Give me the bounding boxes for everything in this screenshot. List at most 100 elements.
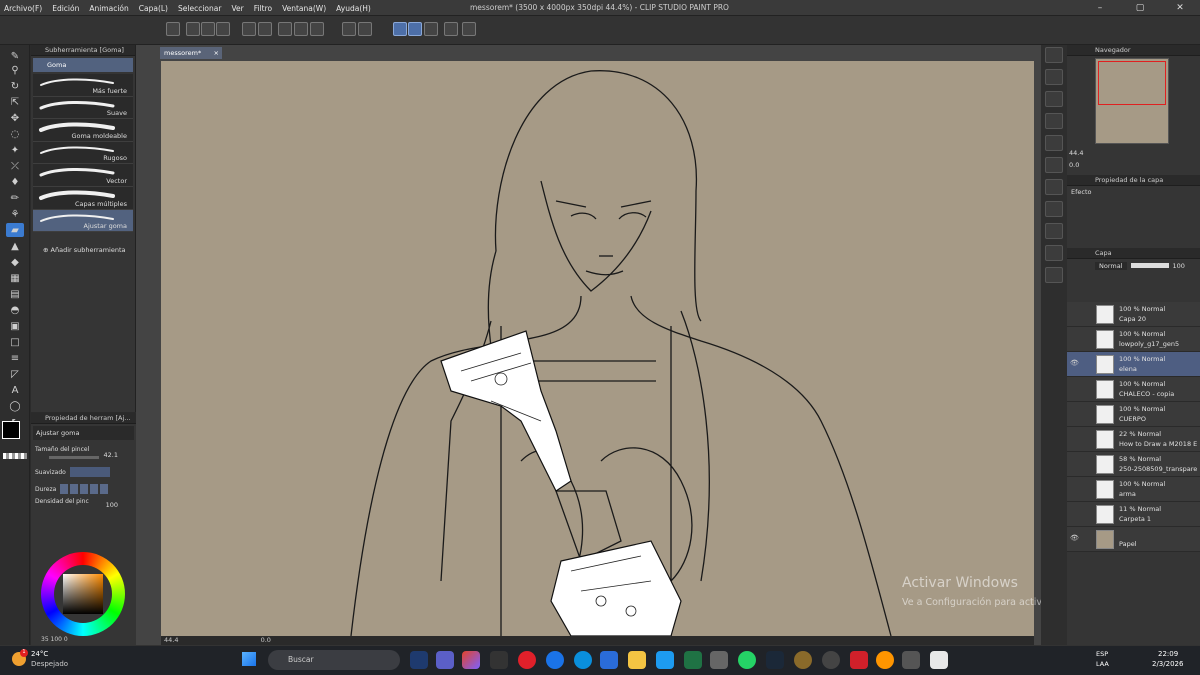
menu-item[interactable]: Ver: [231, 4, 243, 13]
save-icon[interactable]: [201, 22, 215, 36]
task-view-icon[interactable]: [410, 651, 428, 669]
menu-item[interactable]: Seleccionar: [178, 4, 221, 13]
layer-row[interactable]: 11 % Normal Carpeta 1: [1067, 502, 1200, 527]
rotate-icon[interactable]: ↻: [6, 79, 24, 93]
duplicate-icon[interactable]: [1045, 179, 1063, 195]
clock-date[interactable]: 2/3/2026: [1152, 660, 1183, 668]
rotation-readout[interactable]: 0.0: [261, 636, 271, 644]
eyedropper-icon[interactable]: ⤫: [6, 159, 24, 173]
invert-selection-icon[interactable]: [358, 22, 372, 36]
layer-row[interactable]: 👁 100 % Normal elena: [1067, 352, 1200, 377]
lasso-icon[interactable]: ◌: [6, 127, 24, 141]
export-icon[interactable]: [216, 22, 230, 36]
undo-icon[interactable]: [242, 22, 256, 36]
clip-studio-icon[interactable]: [930, 651, 948, 669]
teams-icon[interactable]: [436, 651, 454, 669]
visibility-eye-icon[interactable]: 👁: [1070, 359, 1079, 367]
navigator-zoom[interactable]: 44.4: [1069, 149, 1083, 157]
new-icon[interactable]: [186, 22, 200, 36]
frame-icon[interactable]: [1045, 223, 1063, 239]
text-icon[interactable]: A: [6, 383, 24, 397]
menu-item[interactable]: Edición: [52, 4, 79, 13]
subtool-item[interactable]: Más fuerte: [33, 74, 133, 97]
redo-icon[interactable]: [258, 22, 272, 36]
help-icon[interactable]: [462, 22, 476, 36]
subtool-item[interactable]: Goma moldeable: [33, 119, 133, 142]
brush-size-row[interactable]: Tamaño del pincel 42.1: [35, 446, 132, 462]
close-icon[interactable]: ✕: [1160, 0, 1200, 16]
obs-icon[interactable]: [822, 651, 840, 669]
clear-icon[interactable]: [278, 22, 292, 36]
smoothing-selector[interactable]: [69, 467, 110, 477]
menu-item[interactable]: Capa(L): [139, 4, 168, 13]
layer-row[interactable]: 22 % Normal How to Draw a M2018 Enhanc: [1067, 427, 1200, 452]
weather-temp[interactable]: 24°C: [31, 650, 48, 658]
paste-icon[interactable]: [1045, 157, 1063, 173]
hardness-selector[interactable]: [60, 484, 111, 494]
clock-time[interactable]: 22:09: [1158, 650, 1178, 658]
menu-item[interactable]: Ventana(W): [282, 4, 326, 13]
fill-drop-icon[interactable]: ♦: [6, 175, 24, 189]
menu-item[interactable]: Ayuda(H): [336, 4, 371, 13]
subtool-item[interactable]: Capas múltiples: [33, 186, 133, 210]
pen-icon[interactable]: ✎: [6, 49, 24, 63]
weather-desc[interactable]: Despejado: [31, 660, 68, 668]
chrome-icon[interactable]: [546, 651, 564, 669]
opera-icon[interactable]: [518, 651, 536, 669]
stamp-icon[interactable]: ▲: [6, 239, 24, 253]
edge-icon[interactable]: [574, 651, 592, 669]
input-layout[interactable]: LAA: [1096, 660, 1109, 668]
pencil-icon[interactable]: ✏: [6, 191, 24, 205]
snap-ruler-icon[interactable]: [393, 22, 407, 36]
blend-mode-select[interactable]: Normal: [1095, 261, 1127, 270]
hardness-row[interactable]: Dureza: [35, 482, 132, 496]
layer-row[interactable]: 100 % Normal arma: [1067, 477, 1200, 502]
search-icon[interactable]: [1045, 47, 1063, 63]
pattern-icon[interactable]: ▦: [6, 271, 24, 285]
subtool-item[interactable]: Ajustar goma: [33, 209, 133, 233]
snipping-icon[interactable]: [710, 651, 728, 669]
open-icon[interactable]: [166, 22, 180, 36]
copy-icon[interactable]: [1045, 135, 1063, 151]
paint-icon[interactable]: [902, 651, 920, 669]
layer-row[interactable]: 👁 Papel: [1067, 527, 1200, 552]
layers-icon[interactable]: ≡: [6, 351, 24, 365]
snap-special-ruler-icon[interactable]: [408, 22, 422, 36]
layer-row[interactable]: 100 % Normal CUERPO: [1067, 402, 1200, 427]
whatsapp-icon[interactable]: [738, 651, 756, 669]
copilot-icon[interactable]: [462, 651, 480, 669]
fill-icon[interactable]: [294, 22, 308, 36]
layer-row[interactable]: 58 % Normal 250-2508509_transparent-ar15: [1067, 452, 1200, 477]
smoothing-row[interactable]: Suavizado: [35, 464, 132, 480]
canvas-tab[interactable]: messorem* ×: [160, 47, 222, 59]
eraser-icon[interactable]: ▰: [6, 223, 24, 237]
transparent-swatch[interactable]: [3, 453, 27, 459]
close-tab-icon[interactable]: ×: [214, 47, 219, 59]
brush-icon[interactable]: ⚘: [6, 207, 24, 221]
layer-row[interactable]: 100 % Normal lowpoly_g17_gen5: [1067, 327, 1200, 352]
twitter-icon[interactable]: [656, 651, 674, 669]
clear-layer-icon[interactable]: [1045, 113, 1063, 129]
taskbar-search[interactable]: Buscar: [268, 650, 400, 670]
navigator-rotation[interactable]: 0.0: [1069, 161, 1079, 169]
navigator-viewport[interactable]: [1098, 61, 1166, 105]
main-color-swatch[interactable]: [2, 421, 20, 439]
device-icon[interactable]: [444, 22, 458, 36]
zoom-readout[interactable]: 44.4: [164, 636, 178, 644]
subtool-item[interactable]: Suave: [33, 96, 133, 120]
opacity-value[interactable]: 100: [1173, 262, 1185, 270]
magic-wand-icon[interactable]: ✦: [6, 143, 24, 157]
density-row[interactable]: Densidad del pinc 100: [35, 498, 132, 514]
export-layer-icon[interactable]: [1045, 267, 1063, 283]
file-explorer-icon[interactable]: [628, 651, 646, 669]
excel-icon[interactable]: [684, 651, 702, 669]
windows-start-icon[interactable]: [242, 652, 256, 666]
snap-grid-icon[interactable]: [424, 22, 438, 36]
material-icon[interactable]: [1045, 69, 1063, 85]
grid-icon[interactable]: ▤: [6, 287, 24, 301]
input-language[interactable]: ESP: [1096, 650, 1108, 658]
blend-icon[interactable]: ◆: [6, 255, 24, 269]
steam-icon[interactable]: [766, 651, 784, 669]
layer-row[interactable]: 100 % Normal Capa 20: [1067, 302, 1200, 327]
gradient-icon[interactable]: ▣: [6, 319, 24, 333]
